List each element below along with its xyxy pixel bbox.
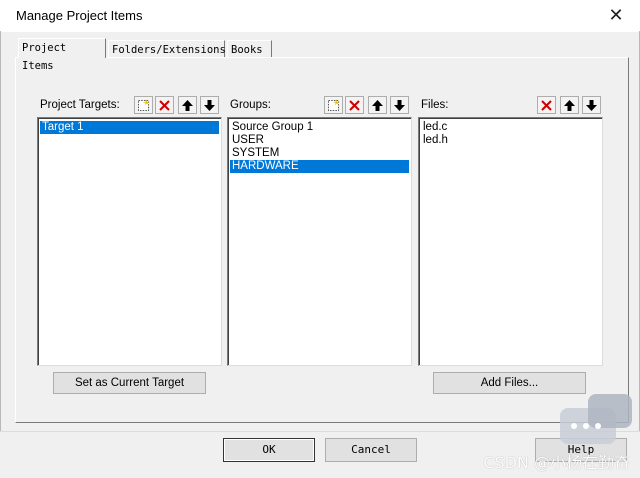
tab-label: Folders/Extensions (112, 44, 226, 56)
groups-move-up-button[interactable] (368, 96, 387, 114)
groups-move-down-button[interactable] (390, 96, 409, 114)
targets-delete-button[interactable] (155, 96, 174, 114)
files-list[interactable]: led.c led.h (418, 117, 603, 366)
targets-new-button[interactable] (134, 96, 153, 114)
project-targets-label: Project Targets: (40, 99, 120, 111)
move-up-icon (372, 99, 383, 111)
ok-button[interactable]: OK (223, 438, 315, 462)
files-move-down-button[interactable] (582, 96, 601, 114)
move-down-icon (586, 99, 597, 111)
new-item-icon (138, 98, 150, 111)
tab-project-items[interactable]: Project Items (18, 38, 106, 72)
files-label: Files: (421, 99, 449, 111)
groups-delete-button[interactable] (345, 96, 364, 114)
list-item[interactable]: USER (230, 134, 266, 147)
list-item[interactable]: Source Group 1 (230, 121, 315, 134)
cancel-button[interactable]: Cancel (325, 438, 417, 462)
groups-new-button[interactable] (324, 96, 343, 114)
targets-move-down-button[interactable] (200, 96, 219, 114)
close-icon[interactable]: ✕ (604, 5, 628, 27)
list-item[interactable]: HARDWARE (230, 160, 409, 173)
watermark: CSDN @小杨在勤奋 (483, 453, 630, 472)
tab-books[interactable]: Books (227, 40, 272, 58)
set-current-target-button[interactable]: Set as Current Target (53, 372, 206, 394)
new-item-icon (328, 98, 340, 111)
move-down-icon (394, 99, 405, 111)
chat-bubble-icon (560, 394, 632, 450)
move-up-icon (564, 99, 575, 111)
tab-label: Books (231, 44, 263, 56)
files-move-up-button[interactable] (560, 96, 579, 114)
list-item[interactable]: led.h (421, 134, 450, 147)
list-item[interactable]: led.c (421, 121, 449, 134)
files-delete-button[interactable] (537, 96, 556, 114)
delete-icon (349, 99, 360, 111)
targets-move-up-button[interactable] (178, 96, 197, 114)
tab-folders-extensions[interactable]: Folders/Extensions (108, 40, 226, 58)
add-files-button[interactable]: Add Files... (433, 372, 586, 394)
window-title: Manage Project Items (16, 8, 143, 23)
groups-list[interactable]: Source Group 1 USER SYSTEM HARDWARE (227, 117, 412, 366)
groups-label: Groups: (230, 99, 271, 111)
move-down-icon (204, 99, 215, 111)
delete-icon (159, 99, 170, 111)
targets-list[interactable]: Target 1 (37, 117, 222, 366)
delete-icon (541, 99, 552, 111)
move-up-icon (182, 99, 193, 111)
list-item[interactable]: Target 1 (40, 121, 219, 134)
list-item[interactable]: SYSTEM (230, 147, 281, 160)
